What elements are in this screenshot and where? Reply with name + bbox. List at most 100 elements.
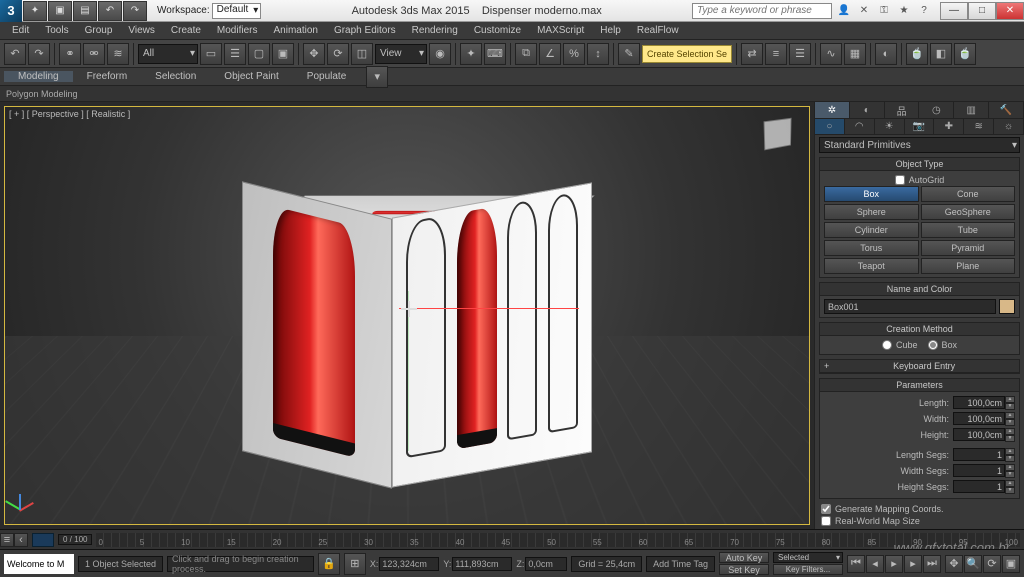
- infocenter-help-icon[interactable]: ?: [916, 3, 932, 19]
- ribbon-collapse-icon[interactable]: ▾: [366, 66, 388, 88]
- render-icon[interactable]: 🍵: [954, 43, 976, 65]
- create-helpers-icon[interactable]: ✚: [934, 119, 964, 134]
- setkey-button[interactable]: Set Key: [719, 564, 769, 575]
- rollout-head-creation[interactable]: Creation Method: [820, 323, 1019, 336]
- ribbon-tab-selection[interactable]: Selection: [141, 71, 210, 82]
- ribbon-tab-objectpaint[interactable]: Object Paint: [210, 71, 292, 82]
- next-frame-icon[interactable]: ▸: [904, 555, 922, 573]
- primitive-sphere-button[interactable]: Sphere: [824, 204, 919, 220]
- workspace-dropdown[interactable]: Default: [212, 3, 262, 19]
- infocenter-key-icon[interactable]: ⚿: [876, 3, 892, 19]
- cmdtab-motion-icon[interactable]: ◷: [919, 102, 954, 118]
- layers-icon[interactable]: ☰: [789, 43, 811, 65]
- window-crossing-icon[interactable]: ▣: [272, 43, 294, 65]
- primitive-box-button[interactable]: Box: [824, 186, 919, 202]
- timeline-minimize-icon[interactable]: ‹: [14, 533, 28, 547]
- curve-editor-icon[interactable]: ∿: [820, 43, 842, 65]
- menu-realflow[interactable]: RealFlow: [629, 25, 687, 36]
- infocenter-x-icon[interactable]: ✕: [856, 3, 872, 19]
- prev-frame-icon[interactable]: ◂: [866, 555, 884, 573]
- object-color-swatch[interactable]: [999, 299, 1015, 314]
- ribbon-tab-populate[interactable]: Populate: [293, 71, 360, 82]
- select-scale-icon[interactable]: ◫: [351, 43, 373, 65]
- primitive-plane-button[interactable]: Plane: [921, 258, 1016, 274]
- named-selset-edit-icon[interactable]: ✎: [618, 43, 640, 65]
- spin-down-5[interactable]: ▼: [1005, 487, 1015, 494]
- render-setup-icon[interactable]: 🍵: [906, 43, 928, 65]
- primitive-cone-button[interactable]: Cone: [921, 186, 1016, 202]
- primitive-pyramid-button[interactable]: Pyramid: [921, 240, 1016, 256]
- viewport-label[interactable]: [ + ] [ Perspective ] [ Realistic ]: [9, 109, 130, 119]
- search-input[interactable]: [692, 3, 832, 19]
- menu-group[interactable]: Group: [77, 25, 121, 36]
- primitive-torus-button[interactable]: Torus: [824, 240, 919, 256]
- gen-mapping-checkbox[interactable]: [821, 504, 831, 514]
- menu-views[interactable]: Views: [120, 25, 163, 36]
- cmdtab-create-icon[interactable]: ✲: [815, 102, 850, 118]
- mirror-icon[interactable]: ⇄: [741, 43, 763, 65]
- spin-down-0[interactable]: ▼: [1005, 403, 1015, 410]
- spin-down-2[interactable]: ▼: [1005, 435, 1015, 442]
- nav-orbit-icon[interactable]: ⟳: [983, 555, 1001, 573]
- select-rotate-icon[interactable]: ⟳: [327, 43, 349, 65]
- time-slider-handle[interactable]: [32, 533, 54, 547]
- infocenter-signin-icon[interactable]: 👤: [836, 3, 852, 19]
- autokey-button[interactable]: Auto Key: [719, 552, 769, 563]
- create-lights-icon[interactable]: ☀: [875, 119, 905, 134]
- material-editor-icon[interactable]: ◐: [875, 43, 897, 65]
- menu-grapheditors[interactable]: Graph Editors: [326, 25, 404, 36]
- spin-up-3[interactable]: ▲: [1005, 448, 1015, 455]
- create-shapes-icon[interactable]: ◠: [845, 119, 875, 134]
- nav-maximize-icon[interactable]: ▣: [1002, 555, 1020, 573]
- angle-snap-icon[interactable]: ∠: [539, 43, 561, 65]
- real-world-checkbox[interactable]: [821, 516, 831, 526]
- spin-up-2[interactable]: ▲: [1005, 428, 1015, 435]
- ribbon-tab-modeling[interactable]: Modeling: [4, 71, 73, 82]
- param-input-5[interactable]: [953, 480, 1005, 493]
- qat-undo-icon[interactable]: ↶: [98, 1, 122, 21]
- menu-help[interactable]: Help: [592, 25, 629, 36]
- create-cameras-icon[interactable]: 📷: [905, 119, 935, 134]
- menu-maxscript[interactable]: MAXScript: [529, 25, 592, 36]
- qat-redo-icon[interactable]: ↷: [123, 1, 147, 21]
- spin-down-4[interactable]: ▼: [1005, 471, 1015, 478]
- cmdtab-modify-icon[interactable]: ◐: [850, 102, 885, 118]
- select-move-icon[interactable]: ✥: [303, 43, 325, 65]
- object-name-input[interactable]: [824, 299, 996, 314]
- transform-gizmo[interactable]: [399, 299, 419, 319]
- menu-edit[interactable]: Edit: [4, 25, 37, 36]
- menu-animation[interactable]: Animation: [265, 25, 325, 36]
- spin-up-5[interactable]: ▲: [1005, 480, 1015, 487]
- window-maximize-button[interactable]: □: [968, 2, 996, 20]
- lock-selection-icon[interactable]: 🔒: [318, 553, 340, 575]
- window-minimize-button[interactable]: —: [940, 2, 968, 20]
- manipulate-icon[interactable]: ✦: [460, 43, 482, 65]
- schematic-icon[interactable]: ▦: [844, 43, 866, 65]
- coord-y-input[interactable]: [452, 557, 512, 571]
- keyboard-shortcut-icon[interactable]: ⌨: [484, 43, 506, 65]
- named-selset-input[interactable]: [642, 45, 732, 63]
- coord-z-input[interactable]: [525, 557, 567, 571]
- ribbon-tab-freeform[interactable]: Freeform: [73, 71, 142, 82]
- param-input-3[interactable]: [953, 448, 1005, 461]
- refcoord-dropdown[interactable]: View: [375, 44, 427, 64]
- nav-zoom-icon[interactable]: 🔍: [964, 555, 982, 573]
- undo-icon[interactable]: ↶: [4, 43, 26, 65]
- creation-box-radio[interactable]: [928, 340, 938, 350]
- timeline-toggle-icon[interactable]: ≡: [0, 533, 14, 547]
- app-logo[interactable]: 3: [0, 0, 22, 22]
- menu-rendering[interactable]: Rendering: [404, 25, 466, 36]
- primitive-geosphere-button[interactable]: GeoSphere: [921, 204, 1016, 220]
- menu-tools[interactable]: Tools: [37, 25, 76, 36]
- select-region-icon[interactable]: ▢: [248, 43, 270, 65]
- render-frame-icon[interactable]: ◧: [930, 43, 952, 65]
- maxscript-listener[interactable]: Welcome to M: [4, 554, 74, 574]
- redo-icon[interactable]: ↷: [28, 43, 50, 65]
- time-ruler[interactable]: 0510152025303540455055606570758085909510…: [96, 533, 1020, 547]
- menu-customize[interactable]: Customize: [466, 25, 529, 36]
- spin-up-4[interactable]: ▲: [1005, 464, 1015, 471]
- goto-start-icon[interactable]: ⏮: [847, 555, 865, 573]
- ribbon-panel-label[interactable]: Polygon Modeling: [0, 86, 1024, 102]
- keyfilters-button[interactable]: Key Filters...: [773, 564, 843, 575]
- primitive-cylinder-button[interactable]: Cylinder: [824, 222, 919, 238]
